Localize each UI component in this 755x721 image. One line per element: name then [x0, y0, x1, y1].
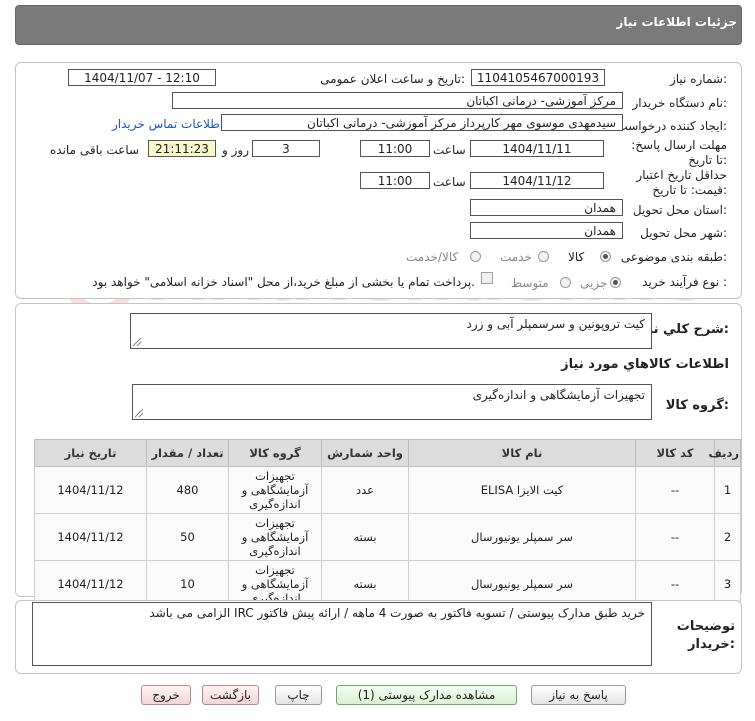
table-cell: کیت الایزا ELISA — [408, 466, 636, 514]
table-header-row: ردیف کد کالا نام کالا واحد شمارش گروه کا… — [34, 439, 741, 467]
goods-group-field: تجهیزات آزمایشگاهی و اندازه‌گیری — [132, 384, 652, 420]
table-header-cell: ردیف — [708, 439, 741, 467]
table-cell: سر سمپلر یونیورسال — [408, 513, 636, 561]
resize-grip-icon[interactable] — [135, 409, 143, 417]
notes-label: توضیحات خریدار: — [676, 619, 735, 652]
process-option-medium-radio[interactable] — [560, 277, 571, 288]
category-label: طبقه بندی موضوعی: — [620, 250, 727, 264]
validity-label: حداقل تاریخ اعتبار قیمت: تا تاریخ: — [636, 168, 727, 197]
items-table-wrapper: ردیف کد کالا نام کالا واحد شمارش گروه کا… — [34, 439, 741, 608]
buyer-org-label: نام دستگاه خریدار: — [632, 96, 728, 110]
table-cell: تجهیزات آزمایشگاهی و اندازه‌گیری — [228, 466, 322, 514]
validity-time-label: ساعت — [433, 175, 466, 189]
table-cell: 2 — [714, 513, 741, 561]
contact-buyer-link[interactable]: اطلاعات تماس خریدار — [112, 117, 223, 131]
validity-time-field: 11:00 — [360, 172, 430, 189]
need-number-label: شماره نیاز: — [669, 72, 727, 86]
table-cell: عدد — [321, 466, 409, 514]
page-title: جزئیات اطلاعات نیاز — [616, 15, 737, 29]
remaining-time-field: 21:11:23 — [148, 140, 216, 157]
category-option-service-radio[interactable] — [538, 251, 549, 262]
category-option-service-label: خدمت — [500, 250, 532, 264]
validity-date-field: 1404/11/12 — [470, 172, 604, 189]
table-cell: 1404/11/12 — [34, 466, 147, 514]
reply-time-field: 11:00 — [360, 140, 430, 157]
process-option-minor-radio[interactable] — [610, 277, 621, 288]
requester-label: ایجاد کننده درخواست: — [616, 119, 727, 133]
goods-group-text: تجهیزات آزمایشگاهی و اندازه‌گیری — [472, 388, 645, 402]
goods-group-label: گروه کالا: — [665, 398, 729, 413]
remaining-label: ساعت باقی مانده — [50, 143, 140, 157]
city-field: همدان — [470, 222, 623, 239]
table-cell: 480 — [146, 466, 229, 514]
payment-note: پرداخت تمام یا بخشی از مبلغ خرید،از محل … — [92, 275, 475, 289]
city-label: شهر محل تحویل: — [640, 226, 727, 240]
goods-info-title: اطلاعات کالاهاي مورد نیاز — [561, 357, 729, 372]
days-label: روز و — [222, 143, 249, 157]
back-button[interactable]: بازگشت — [202, 685, 259, 705]
table-cell: تجهیزات آزمایشگاهی و اندازه‌گیری — [228, 513, 322, 561]
view-attachments-button[interactable]: مشاهده مدارک پیوستی (1) — [336, 685, 517, 705]
category-option-goods-label: کالا — [568, 250, 585, 264]
table-header-cell: تعداد / مقدار — [146, 439, 229, 467]
table-header-cell: کد کالا — [635, 439, 715, 467]
table-header-cell: تاریخ نیاز — [34, 439, 147, 467]
print-button[interactable]: چاپ — [275, 685, 322, 705]
announce-label: تاریخ و ساعت اعلان عمومی: — [320, 72, 465, 86]
buyer-org-field: مرکز آموزشی- درمانی اکباتان — [172, 92, 623, 109]
process-label: نوع فرآیند خرید : — [642, 275, 727, 289]
table-cell: بسته — [321, 513, 409, 561]
reply-deadline-label: مهلت ارسال پاسخ: تا تاریخ: — [631, 138, 727, 167]
table-cell: 1 — [714, 466, 741, 514]
table-header-cell: واحد شمارش — [321, 439, 409, 467]
need-number-field: 1104105467000193 — [471, 69, 605, 86]
process-option-minor-label: جزیی — [580, 276, 608, 290]
summary-field: کیت تروپونین و سرسمپلر آبی و زرد — [130, 313, 652, 349]
reply-button[interactable]: پاسخ به نیاز — [531, 685, 626, 705]
reply-time-label: ساعت — [433, 143, 466, 157]
payment-checkbox[interactable] — [481, 272, 493, 284]
table-row[interactable]: 1 -- کیت الایزا ELISA عدد تجهیزات آزمایش… — [34, 466, 741, 514]
resize-grip-icon[interactable] — [133, 338, 141, 346]
table-cell: -- — [635, 466, 715, 514]
table-cell: 1404/11/12 — [34, 513, 147, 561]
province-label: استان محل تحویل: — [632, 203, 727, 217]
process-option-medium-label: متوسط — [511, 276, 549, 290]
table-row[interactable]: 2 -- سر سمپلر یونیورسال بسته تجهیزات آزم… — [34, 513, 741, 561]
table-header-cell: گروه کالا — [228, 439, 322, 467]
announce-field: 1404/11/07 - 12:10 — [68, 69, 216, 86]
province-field: همدان — [470, 199, 623, 216]
notes-text: خرید طبق مدارک پیوستی / تسویه فاکتور به … — [149, 606, 645, 620]
table-header-cell: نام کالا — [408, 439, 636, 467]
category-option-both-label: کالا/خدمت — [406, 250, 459, 264]
summary-text: کیت تروپونین و سرسمپلر آبی و زرد — [466, 317, 645, 331]
category-option-goods-radio[interactable] — [600, 251, 611, 262]
exit-button[interactable]: خروج — [141, 685, 191, 705]
notes-field: خرید طبق مدارک پیوستی / تسویه فاکتور به … — [32, 602, 652, 666]
table-cell: -- — [635, 513, 715, 561]
items-table: ردیف کد کالا نام کالا واحد شمارش گروه کا… — [34, 439, 741, 608]
days-field: 3 — [252, 140, 320, 157]
table-cell: 50 — [146, 513, 229, 561]
category-option-both-radio[interactable] — [470, 251, 481, 262]
requester-field: سیدمهدی موسوی مهر کارپرداز مرکز آموزشی- … — [221, 114, 623, 131]
reply-date-field: 1404/11/11 — [470, 140, 604, 157]
